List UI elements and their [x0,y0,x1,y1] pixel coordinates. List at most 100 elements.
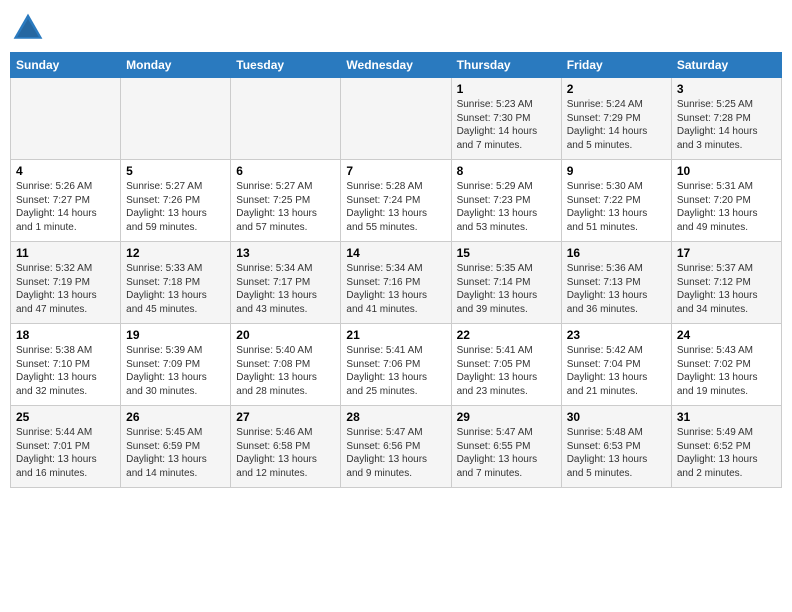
day-number: 12 [126,246,225,260]
calendar-cell: 5 Sunrise: 5:27 AM Sunset: 7:26 PM Daylig… [121,160,231,242]
day-info: Sunrise: 5:24 AM Sunset: 7:29 PM Dayligh… [567,98,666,152]
day-number: 29 [457,410,556,424]
day-info: Sunrise: 5:25 AM Sunset: 7:28 PM Dayligh… [677,98,776,152]
day-info: Sunrise: 5:39 AM Sunset: 7:09 PM Dayligh… [126,344,225,398]
day-number: 14 [346,246,445,260]
day-info: Sunrise: 5:43 AM Sunset: 7:02 PM Dayligh… [677,344,776,398]
day-number: 26 [126,410,225,424]
day-number: 30 [567,410,666,424]
day-info: Sunrise: 5:29 AM Sunset: 7:23 PM Dayligh… [457,180,556,234]
col-header-monday: Monday [121,53,231,78]
calendar-cell: 19 Sunrise: 5:39 AM Sunset: 7:09 PM Dayli… [121,324,231,406]
col-header-friday: Friday [561,53,671,78]
day-number: 24 [677,328,776,342]
day-info: Sunrise: 5:34 AM Sunset: 7:17 PM Dayligh… [236,262,335,316]
day-number: 10 [677,164,776,178]
day-number: 25 [16,410,115,424]
calendar-cell: 23 Sunrise: 5:42 AM Sunset: 7:04 PM Dayli… [561,324,671,406]
day-info: Sunrise: 5:45 AM Sunset: 6:59 PM Dayligh… [126,426,225,480]
day-info: Sunrise: 5:41 AM Sunset: 7:06 PM Dayligh… [346,344,445,398]
day-info: Sunrise: 5:35 AM Sunset: 7:14 PM Dayligh… [457,262,556,316]
col-header-thursday: Thursday [451,53,561,78]
calendar-cell: 14 Sunrise: 5:34 AM Sunset: 7:16 PM Dayli… [341,242,451,324]
logo-icon [10,10,46,46]
day-number: 11 [16,246,115,260]
calendar-cell: 26 Sunrise: 5:45 AM Sunset: 6:59 PM Dayli… [121,406,231,488]
day-info: Sunrise: 5:42 AM Sunset: 7:04 PM Dayligh… [567,344,666,398]
day-number: 9 [567,164,666,178]
day-number: 4 [16,164,115,178]
calendar-cell: 8 Sunrise: 5:29 AM Sunset: 7:23 PM Daylig… [451,160,561,242]
calendar-cell: 15 Sunrise: 5:35 AM Sunset: 7:14 PM Dayli… [451,242,561,324]
day-number: 21 [346,328,445,342]
day-info: Sunrise: 5:38 AM Sunset: 7:10 PM Dayligh… [16,344,115,398]
day-info: Sunrise: 5:27 AM Sunset: 7:26 PM Dayligh… [126,180,225,234]
calendar-cell [11,78,121,160]
calendar-cell: 17 Sunrise: 5:37 AM Sunset: 7:12 PM Dayli… [671,242,781,324]
calendar-cell: 25 Sunrise: 5:44 AM Sunset: 7:01 PM Dayli… [11,406,121,488]
calendar-cell: 18 Sunrise: 5:38 AM Sunset: 7:10 PM Dayli… [11,324,121,406]
day-number: 6 [236,164,335,178]
day-info: Sunrise: 5:37 AM Sunset: 7:12 PM Dayligh… [677,262,776,316]
calendar-cell: 28 Sunrise: 5:47 AM Sunset: 6:56 PM Dayli… [341,406,451,488]
calendar-cell: 4Sunrise: 5:26 AM Sunset: 7:27 PM Daylig… [11,160,121,242]
day-number: 20 [236,328,335,342]
day-info: Sunrise: 5:34 AM Sunset: 7:16 PM Dayligh… [346,262,445,316]
day-info: Sunrise: 5:40 AM Sunset: 7:08 PM Dayligh… [236,344,335,398]
day-info: Sunrise: 5:23 AM Sunset: 7:30 PM Dayligh… [457,98,556,152]
calendar-cell: 1 Sunrise: 5:23 AM Sunset: 7:30 PM Daylig… [451,78,561,160]
day-number: 15 [457,246,556,260]
day-info: Sunrise: 5:48 AM Sunset: 6:53 PM Dayligh… [567,426,666,480]
day-info: Sunrise: 5:28 AM Sunset: 7:24 PM Dayligh… [346,180,445,234]
day-info: Sunrise: 5:47 AM Sunset: 6:55 PM Dayligh… [457,426,556,480]
day-number: 1 [457,82,556,96]
calendar-cell: 21 Sunrise: 5:41 AM Sunset: 7:06 PM Dayli… [341,324,451,406]
day-info: Sunrise: 5:36 AM Sunset: 7:13 PM Dayligh… [567,262,666,316]
calendar-table: SundayMondayTuesdayWednesdayThursdayFrid… [10,52,782,488]
day-info: Sunrise: 5:41 AM Sunset: 7:05 PM Dayligh… [457,344,556,398]
calendar-cell: 10 Sunrise: 5:31 AM Sunset: 7:20 PM Dayli… [671,160,781,242]
day-number: 19 [126,328,225,342]
day-number: 16 [567,246,666,260]
calendar-cell: 30 Sunrise: 5:48 AM Sunset: 6:53 PM Dayli… [561,406,671,488]
day-number: 27 [236,410,335,424]
logo [10,10,50,46]
day-number: 3 [677,82,776,96]
calendar-cell: 31 Sunrise: 5:49 AM Sunset: 6:52 PM Dayli… [671,406,781,488]
day-number: 13 [236,246,335,260]
calendar-cell: 12 Sunrise: 5:33 AM Sunset: 7:18 PM Dayli… [121,242,231,324]
day-info: Sunrise: 5:46 AM Sunset: 6:58 PM Dayligh… [236,426,335,480]
day-number: 23 [567,328,666,342]
calendar-cell [121,78,231,160]
page-header [10,10,782,46]
calendar-cell: 16 Sunrise: 5:36 AM Sunset: 7:13 PM Dayli… [561,242,671,324]
day-info: Sunrise: 5:49 AM Sunset: 6:52 PM Dayligh… [677,426,776,480]
calendar-cell [341,78,451,160]
day-number: 28 [346,410,445,424]
col-header-wednesday: Wednesday [341,53,451,78]
day-number: 17 [677,246,776,260]
calendar-cell: 2 Sunrise: 5:24 AM Sunset: 7:29 PM Daylig… [561,78,671,160]
calendar-cell: 13 Sunrise: 5:34 AM Sunset: 7:17 PM Dayli… [231,242,341,324]
day-number: 8 [457,164,556,178]
day-number: 2 [567,82,666,96]
col-header-tuesday: Tuesday [231,53,341,78]
day-info: Sunrise: 5:47 AM Sunset: 6:56 PM Dayligh… [346,426,445,480]
calendar-cell: 27 Sunrise: 5:46 AM Sunset: 6:58 PM Dayli… [231,406,341,488]
calendar-cell: 20 Sunrise: 5:40 AM Sunset: 7:08 PM Dayli… [231,324,341,406]
calendar-cell: 11Sunrise: 5:32 AM Sunset: 7:19 PM Dayli… [11,242,121,324]
calendar-cell [231,78,341,160]
day-info: Sunrise: 5:33 AM Sunset: 7:18 PM Dayligh… [126,262,225,316]
calendar-cell: 24 Sunrise: 5:43 AM Sunset: 7:02 PM Dayli… [671,324,781,406]
day-number: 5 [126,164,225,178]
calendar-cell: 6Sunrise: 5:27 AM Sunset: 7:25 PM Daylig… [231,160,341,242]
calendar-cell: 3 Sunrise: 5:25 AM Sunset: 7:28 PM Daylig… [671,78,781,160]
calendar-cell: 29 Sunrise: 5:47 AM Sunset: 6:55 PM Dayli… [451,406,561,488]
day-number: 18 [16,328,115,342]
calendar-cell: 9Sunrise: 5:30 AM Sunset: 7:22 PM Daylig… [561,160,671,242]
day-number: 22 [457,328,556,342]
day-info: Sunrise: 5:44 AM Sunset: 7:01 PM Dayligh… [16,426,115,480]
day-info: Sunrise: 5:31 AM Sunset: 7:20 PM Dayligh… [677,180,776,234]
day-number: 31 [677,410,776,424]
col-header-sunday: Sunday [11,53,121,78]
